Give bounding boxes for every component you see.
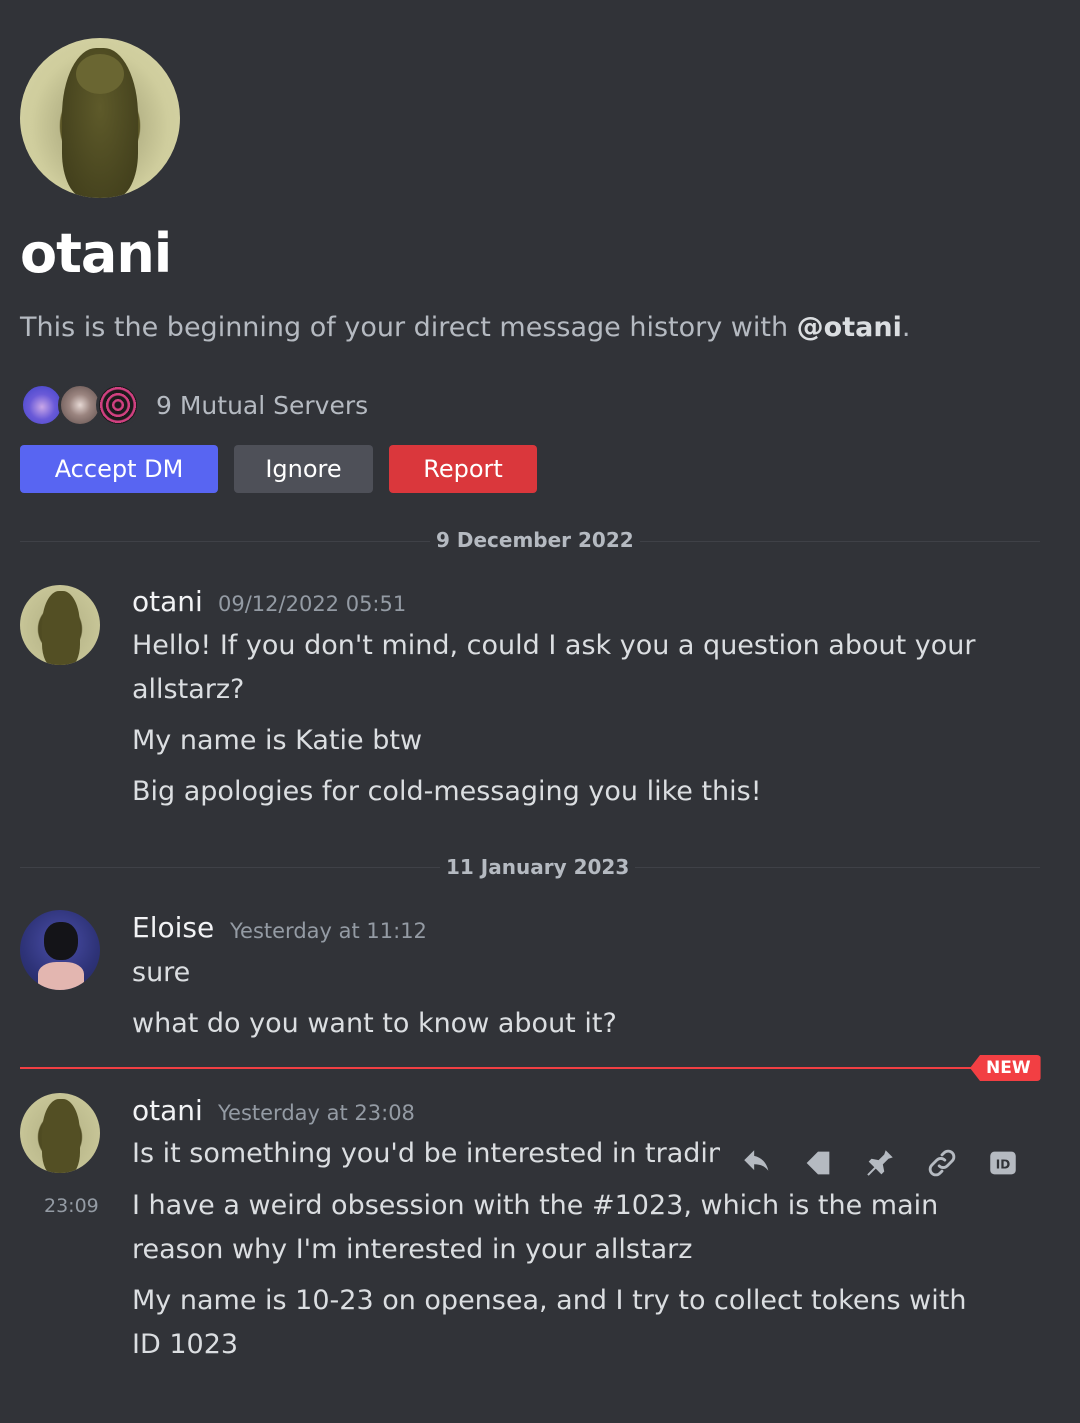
message-timestamp: Yesterday at 23:08: [218, 1101, 415, 1125]
mutual-servers[interactable]: 9 Mutual Servers: [20, 380, 368, 430]
message-text: My name is Katie btw: [132, 725, 423, 756]
message-text: Hello! If you don't mind, could I ask yo…: [132, 630, 976, 661]
hover-timestamp: 23:09: [44, 1195, 99, 1217]
message-text: My name is 10-23 on opensea, and I try t…: [132, 1285, 967, 1316]
message-text: what do you want to know about it?: [132, 1008, 617, 1039]
reply-icon[interactable]: [737, 1143, 777, 1183]
avatar[interactable]: [20, 910, 100, 990]
message-toolbar: ID: [720, 1134, 1040, 1192]
message-author[interactable]: Eloise: [132, 911, 214, 944]
mutual-servers-label[interactable]: 9 Mutual Servers: [156, 391, 368, 420]
forward-icon[interactable]: [798, 1143, 838, 1183]
ignore-button[interactable]: Ignore: [234, 445, 373, 493]
intro-handle[interactable]: @otani: [797, 312, 902, 343]
message-text: reason why I'm interested in your allsta…: [132, 1234, 693, 1265]
message-text: Is it something you'd be interested in t…: [132, 1138, 720, 1169]
link-icon[interactable]: [922, 1143, 962, 1183]
server-icon-3: [96, 383, 140, 427]
id-icon[interactable]: ID: [983, 1143, 1023, 1183]
message-text: sure: [132, 957, 191, 988]
new-messages-line: [20, 1067, 980, 1069]
new-badge: NEW: [970, 1055, 1041, 1081]
message-text: ID 1023: [132, 1329, 239, 1360]
message-author[interactable]: otani: [132, 585, 203, 618]
id-icon-label: ID: [996, 1158, 1010, 1172]
date-divider-label: 9 December 2022: [430, 528, 640, 552]
accept-dm-button[interactable]: Accept DM: [20, 445, 218, 493]
dm-intro-text: This is the beginning of your direct mes…: [20, 312, 910, 343]
message-author[interactable]: otani: [132, 1094, 203, 1127]
report-button[interactable]: Report: [389, 445, 537, 493]
dm-channel: otani This is the beginning of your dire…: [0, 0, 1080, 1423]
message-text: Big apologies for cold-messaging you lik…: [132, 776, 762, 807]
date-divider-label: 11 January 2023: [440, 855, 636, 879]
avatar[interactable]: [20, 1093, 100, 1173]
intro-prefix: This is the beginning of your direct mes…: [20, 312, 797, 343]
avatar[interactable]: [20, 585, 100, 665]
dm-username: otani: [20, 222, 172, 285]
profile-avatar[interactable]: [20, 38, 180, 198]
message-text: allstarz?: [132, 674, 245, 705]
pin-icon[interactable]: [860, 1143, 900, 1183]
message-timestamp: 09/12/2022 05:51: [218, 592, 407, 616]
message-timestamp: Yesterday at 11:12: [230, 919, 427, 943]
intro-suffix: .: [901, 312, 911, 343]
